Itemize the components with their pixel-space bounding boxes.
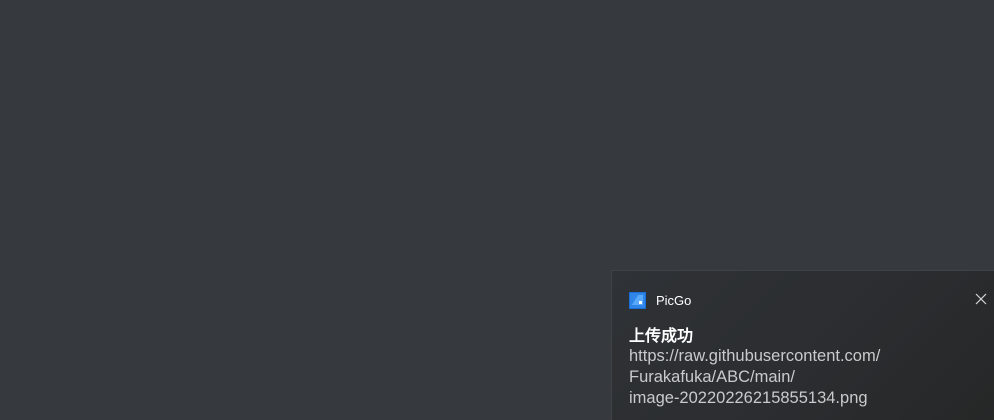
message-line-url: https://raw.githubusercontent.com/	[629, 347, 881, 365]
toast-notification[interactable]: PicGo 上传成功 https://raw.githubusercontent…	[611, 270, 994, 420]
close-icon[interactable]	[974, 291, 988, 305]
toast-header: PicGo	[629, 291, 691, 309]
picgo-app-icon	[629, 291, 646, 309]
toast-message: https://raw.githubusercontent.com/ Furak…	[629, 346, 979, 409]
message-line-path: Furakafuka/ABC/main/	[629, 368, 795, 386]
toast-body: 上传成功 https://raw.githubusercontent.com/ …	[629, 325, 979, 409]
toast-title: 上传成功	[629, 326, 694, 345]
message-line-filename: image-20220226215855134.png	[629, 389, 868, 407]
app-name: PicGo	[656, 292, 692, 308]
